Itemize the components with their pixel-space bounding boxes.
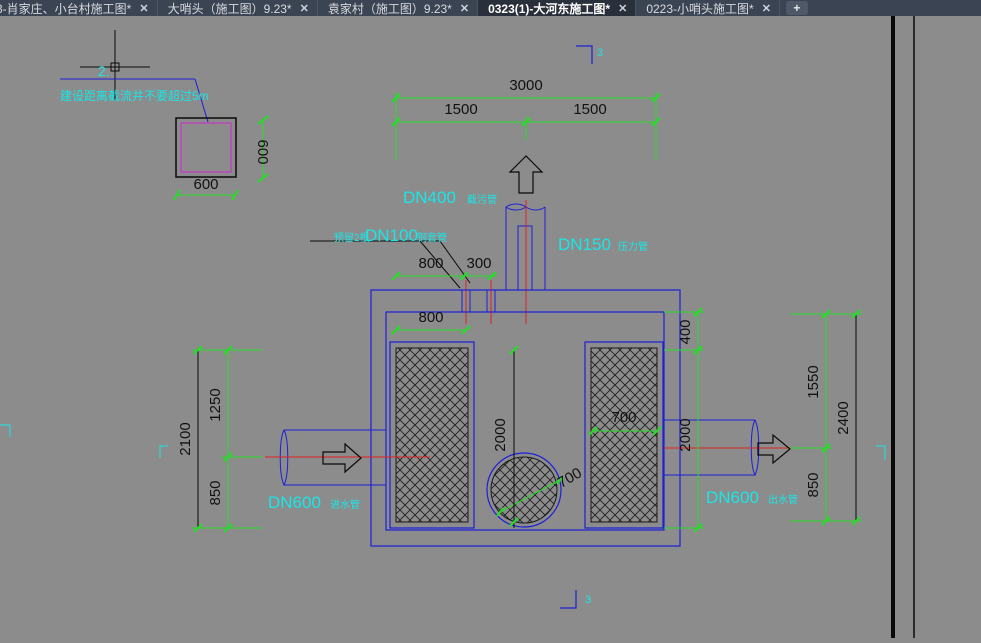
dim-1550: 1550	[805, 365, 822, 398]
document-tab-bar: 3-肖家庄、小台村施工图* ✕ 大哨头（施工图）9.23* ✕ 袁家村（施工图）…	[0, 0, 981, 16]
tab-label: 大哨头（施工图）9.23*	[167, 1, 292, 16]
note-text: 建设距离截流井不要超过5m	[60, 88, 209, 103]
dim-700-inner: 700	[611, 409, 636, 426]
cad-drawing: 3 3 2. 建设距离截流井不要超过5m 600 600 3000 1500 1…	[0, 16, 915, 638]
dn150-suffix: 压力管	[618, 240, 648, 253]
section-marker-bottom: 3	[560, 590, 591, 609]
tab-xiaoshaotou[interactable]: 0223-小哨头施工图* ✕	[636, 0, 780, 16]
tab-dahedong[interactable]: 0323(1)-大河东施工图* ✕	[478, 0, 637, 16]
close-icon[interactable]: ✕	[618, 2, 627, 15]
dn100-sleeve-note: 预留2根 DN100 钢套管	[310, 226, 471, 289]
inlet-label: DN600	[268, 493, 321, 512]
dim-400: 400	[677, 319, 694, 344]
small-box-detail: 2. 建设距离截流井不要超过5m 600 600	[60, 30, 271, 201]
inlet-suffix: 进水管	[330, 498, 360, 511]
dn100-suffix: 钢套管	[417, 231, 447, 244]
dim-800-top: 800	[418, 255, 443, 272]
section-marker-top: 3	[576, 45, 603, 64]
close-icon[interactable]: ✕	[139, 2, 148, 15]
dim-1250: 1250	[207, 388, 224, 421]
close-icon[interactable]: ✕	[300, 2, 309, 15]
tab-label: 0323(1)-大河东施工图*	[488, 1, 611, 16]
dn150-label: DN150	[558, 235, 611, 254]
outlet-label: DN600	[706, 488, 759, 507]
edge-marker	[876, 445, 886, 460]
edge-marker	[0, 424, 11, 437]
left-dimensions: 2100 1250 850	[177, 345, 262, 533]
dim-850-left: 850	[207, 480, 224, 505]
outlet-suffix: 出水管	[768, 493, 798, 506]
dim-2100: 2100	[177, 422, 194, 455]
tab-label: 3-肖家庄、小台村施工图*	[0, 1, 132, 16]
close-icon[interactable]: ✕	[460, 2, 469, 15]
dim-300: 300	[466, 255, 491, 272]
dn100-label: DN100	[365, 226, 418, 245]
dim-3000: 3000	[509, 77, 542, 94]
note-label: 2.	[98, 63, 110, 79]
far-right-dimensions: 1550 2400 850	[790, 309, 862, 526]
main-chamber: 800 700 2000 700	[370, 289, 681, 547]
tab-label: 袁家村（施工图）9.23*	[327, 1, 452, 16]
close-icon[interactable]: ✕	[762, 2, 771, 15]
dim-850-right: 850	[805, 472, 822, 497]
tab-label: 0223-小哨头施工图*	[646, 1, 754, 16]
dim-600-vertical: 600	[254, 139, 271, 164]
dim-800-inner: 800	[418, 309, 443, 326]
new-tab-button[interactable]: +	[785, 1, 808, 15]
dn400-suffix: 截污管	[467, 193, 497, 206]
dim-2000-center: 2000	[492, 418, 509, 451]
dim-600-horizontal: 600	[193, 176, 218, 193]
top-dimensions: 3000 1500 1500	[391, 77, 661, 160]
dim-2000-right: 2000	[677, 418, 694, 451]
section-label: 3	[585, 594, 591, 606]
dim-1500-right: 1500	[573, 101, 606, 118]
dn400-label: DN400	[403, 188, 456, 207]
dim-2400: 2400	[835, 401, 852, 434]
drawing-canvas[interactable]: 3 3 2. 建设距离截流井不要超过5m 600 600 3000 1500 1…	[0, 16, 981, 638]
tab-xiaojiazhuang[interactable]: 3-肖家庄、小台村施工图* ✕	[0, 0, 158, 16]
tab-dashaotou[interactable]: 大哨头（施工图）9.23* ✕	[157, 0, 318, 16]
edge-marker	[159, 445, 168, 458]
section-label: 3	[597, 47, 603, 59]
dim-1500-left: 1500	[444, 101, 477, 118]
tab-yuanjiacun[interactable]: 袁家村（施工图）9.23* ✕	[317, 0, 479, 16]
